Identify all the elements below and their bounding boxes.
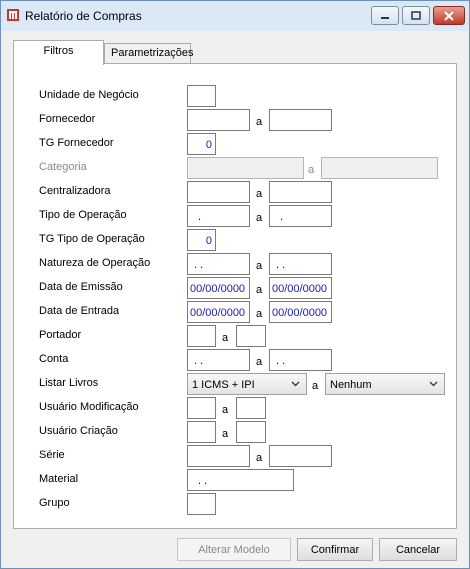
usuario-modificacao-to-input[interactable] [236,397,266,419]
usuario-modificacao-sep: a [222,404,229,416]
usuario-criacao-label: Usuário Criação [39,425,118,437]
tg-tipo-operacao-input[interactable]: 0 [187,229,216,251]
close-icon [444,10,454,21]
serie-from-input[interactable] [187,445,250,467]
serie-to-input[interactable] [269,445,332,467]
usuario-modificacao-label: Usuário Modificação [39,401,139,413]
report-window: Relatório de Compras Filtros Parametriza… [0,0,470,569]
data-emissao-to-input[interactable]: 00/00/0000 [269,277,332,299]
natureza-operacao-label: Natureza de Operação [39,257,151,269]
conta-to-input[interactable]: . . [269,349,332,371]
listar-livros-sep: a [312,380,319,392]
window-title: Relatório de Compras [25,9,142,23]
material-label: Material [39,473,79,485]
listar-livros-from-select[interactable]: 1 ICMS + IPI [187,373,307,395]
tipo-operacao-to-input[interactable]: . [269,205,332,227]
fornecedor-sep: a [256,116,263,128]
natureza-operacao-from-input[interactable]: . . [187,253,250,275]
serie-label: Série [39,449,65,461]
data-entrada-label: Data de Entrada [39,305,120,317]
tipo-operacao-from-input[interactable]: . [187,205,250,227]
filters-panel: Unidade de Negócio Fornecedor a TG Forne… [13,63,457,529]
centralizadora-sep: a [256,188,263,200]
chevron-down-icon [429,381,438,387]
grupo-input[interactable] [187,493,216,515]
categoria-to-input [321,157,438,179]
conta-label: Conta [39,353,69,365]
categoria-sep: a [308,164,315,176]
fornecedor-label: Fornecedor [39,113,96,125]
unidade-negocio-input[interactable] [187,85,216,107]
portador-to-input[interactable] [236,325,266,347]
natureza-operacao-sep: a [256,260,263,272]
fornecedor-from-input[interactable] [187,109,250,131]
usuario-criacao-from-input[interactable] [187,421,216,443]
confirmar-button[interactable]: Confirmar [297,538,373,561]
usuario-criacao-to-input[interactable] [236,421,266,443]
grupo-label: Grupo [39,497,70,509]
tipo-operacao-sep: a [256,212,263,224]
data-entrada-sep: a [256,308,263,320]
data-entrada-from-input[interactable]: 00/00/0000 [187,301,250,323]
listar-livros-from-value: 1 ICMS + IPI [192,379,255,391]
natureza-operacao-to-input[interactable]: . . [269,253,332,275]
tg-fornecedor-label: TG Fornecedor [39,137,114,149]
title-bar[interactable]: Relatório de Compras [1,1,469,31]
data-entrada-to-input[interactable]: 00/00/0000 [269,301,332,323]
tg-fornecedor-input[interactable]: 0 [187,133,216,155]
conta-sep: a [256,356,263,368]
centralizadora-label: Centralizadora [39,185,111,197]
tab-filtros[interactable]: Filtros [13,40,104,65]
maximize-button[interactable] [402,6,430,25]
listar-livros-to-value: Nenhum [330,379,372,391]
tg-tipo-operacao-label: TG Tipo de Operação [39,233,145,245]
conta-from-input[interactable]: . . [187,349,250,371]
minimize-icon [381,16,389,19]
listar-livros-to-select[interactable]: Nenhum [325,373,445,395]
data-emissao-sep: a [256,284,263,296]
app-logo-icon [7,9,19,21]
tipo-operacao-label: Tipo de Operação [39,209,127,221]
portador-from-input[interactable] [187,325,216,347]
minimize-button[interactable] [371,6,399,25]
data-emissao-from-input[interactable]: 00/00/0000 [187,277,250,299]
portador-label: Portador [39,329,82,341]
alterar-modelo-button: Alterar Modelo [177,538,291,561]
centralizadora-to-input[interactable] [269,181,332,203]
close-button[interactable] [433,6,465,25]
categoria-label: Categoria [39,161,87,173]
categoria-from-input [187,157,304,179]
chevron-down-icon [291,381,300,387]
material-input[interactable]: . . [187,469,294,491]
serie-sep: a [256,452,263,464]
usuario-criacao-sep: a [222,428,229,440]
centralizadora-from-input[interactable] [187,181,250,203]
portador-sep: a [222,332,229,344]
usuario-modificacao-from-input[interactable] [187,397,216,419]
listar-livros-label: Listar Livros [39,377,99,389]
tab-parametrizacoes[interactable]: Parametrizações [104,43,194,64]
cancelar-button[interactable]: Cancelar [379,538,457,561]
fornecedor-to-input[interactable] [269,109,332,131]
maximize-icon [411,11,421,20]
unidade-negocio-label: Unidade de Negócio [39,89,139,101]
data-emissao-label: Data de Emissão [39,281,123,293]
